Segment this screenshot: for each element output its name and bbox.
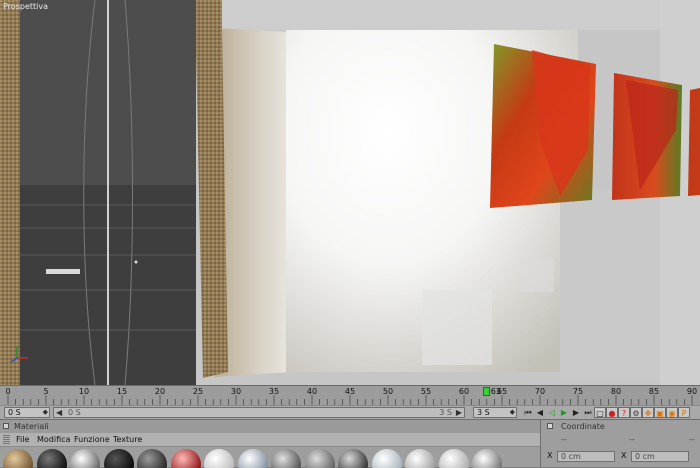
ruler-tick-label: 15 bbox=[116, 387, 128, 396]
ruler-tick-label: 10 bbox=[78, 387, 90, 396]
material-swatch-stripes[interactable] bbox=[271, 449, 301, 468]
material-swatch-red[interactable] bbox=[170, 449, 201, 468]
range-right-arrow-icon[interactable]: ▶ bbox=[456, 408, 462, 417]
size-x-label: X bbox=[621, 451, 627, 460]
position-x-field[interactable]: 0 cm bbox=[557, 451, 615, 462]
goto-start-button[interactable]: ⏮ bbox=[522, 407, 534, 418]
ruler-tick-label: 85 bbox=[648, 387, 660, 396]
prev-frame-button[interactable]: ◁ bbox=[546, 407, 558, 418]
range-end-label: 3 S bbox=[439, 408, 452, 417]
materials-panel: Materiali File Modifica Funzione Texture bbox=[0, 419, 540, 468]
end-frame-field[interactable]: 3 S ◆ bbox=[473, 407, 517, 418]
material-swatch-noise[interactable] bbox=[137, 449, 167, 468]
material-swatch-glass[interactable] bbox=[237, 449, 268, 468]
start-frame-field[interactable]: 0 S ◆ bbox=[4, 407, 50, 418]
panel-toggle-icon[interactable] bbox=[3, 423, 9, 429]
preview-range-slider[interactable]: ◀ 0 S 3 S ▶ bbox=[53, 407, 465, 418]
ruler-tick-label: 35 bbox=[268, 387, 280, 396]
param-tool-button[interactable]: P bbox=[678, 407, 690, 418]
goto-end-button[interactable]: ⏭ bbox=[582, 407, 594, 418]
transport-bar: 0 S ◆ ◀ 0 S 3 S ▶ 3 S ◆ ⏮ ◀ ◁ ▶ ▶ ⏭ ▢ ●? ⚙ ✥ ▣ ◉ P bbox=[0, 405, 700, 419]
scale-tool-button[interactable]: ▣ bbox=[654, 407, 666, 418]
material-swatch-silver[interactable] bbox=[70, 449, 100, 468]
next-key-button[interactable]: ▶ bbox=[570, 407, 582, 418]
grip-icon[interactable] bbox=[3, 435, 10, 444]
prev-key-button[interactable]: ◀ bbox=[534, 407, 546, 418]
material-swatch-pale[interactable] bbox=[438, 449, 469, 468]
material-swatch-dark[interactable] bbox=[103, 449, 134, 468]
timeline-playhead[interactable] bbox=[482, 387, 490, 396]
ruler-tick-label: 60 bbox=[458, 387, 470, 396]
range-start-label: 0 S bbox=[68, 408, 81, 417]
autokey-button[interactable]: ? bbox=[618, 407, 630, 418]
material-swatch-black[interactable] bbox=[36, 449, 67, 468]
menu-funzione[interactable]: Funzione bbox=[74, 435, 110, 444]
ruler-tick-label: 20 bbox=[154, 387, 166, 396]
start-frame-value: 0 S bbox=[8, 408, 21, 417]
spinner-icon[interactable]: ◆ bbox=[510, 408, 515, 417]
ruler-tick-label: 30 bbox=[230, 387, 242, 396]
ruler-tick-label: 45 bbox=[344, 387, 356, 396]
viewport-perspective[interactable]: Prospettiva bbox=[0, 0, 700, 385]
record-toggle-button[interactable]: ▢ bbox=[594, 407, 606, 418]
materials-title: Materiali bbox=[14, 422, 49, 431]
ruler-tick-label: 50 bbox=[382, 387, 394, 396]
timeline-ruler[interactable]: 0 5 10 15 20 25 30 35 40 45 50 55 60 65 70 75 80 85 90 63 bbox=[0, 385, 700, 405]
move-tool-button[interactable]: ✥ bbox=[642, 407, 654, 418]
panel-toggle-icon[interactable] bbox=[547, 423, 553, 429]
key-settings-button[interactable]: ⚙ bbox=[630, 407, 642, 418]
ruler-tick-label: 5 bbox=[43, 387, 49, 396]
ruler-tick-label: 0 bbox=[5, 387, 11, 396]
play-button[interactable]: ▶ bbox=[558, 407, 570, 418]
ruler-tick-label: 90 bbox=[686, 387, 698, 396]
record-button[interactable]: ● bbox=[606, 407, 618, 418]
menu-texture[interactable]: Texture bbox=[113, 435, 142, 444]
rotation-header: -- bbox=[689, 435, 695, 444]
materials-header: Materiali bbox=[0, 420, 540, 433]
rotate-tool-button[interactable]: ◉ bbox=[666, 407, 678, 418]
ruler-tick-label: 70 bbox=[534, 387, 546, 396]
range-left-arrow-icon[interactable]: ◀ bbox=[56, 408, 62, 417]
ruler-tick-label: 75 bbox=[572, 387, 584, 396]
material-swatch-chrome[interactable] bbox=[472, 449, 502, 468]
spinner-icon[interactable]: ◆ bbox=[43, 408, 48, 417]
playhead-frame-label: 63 bbox=[490, 387, 501, 396]
ruler-tick-label: 25 bbox=[192, 387, 204, 396]
ruler-tick-label: 40 bbox=[306, 387, 318, 396]
material-swatch-gray[interactable] bbox=[304, 449, 335, 468]
scene-render bbox=[0, 0, 700, 385]
position-header: -- bbox=[561, 435, 567, 444]
viewport-title: Prospettiva bbox=[3, 2, 48, 11]
coordinates-panel: Coordinate -- -- -- X 0 cm X 0 cm bbox=[540, 419, 700, 467]
material-swatch-clear[interactable] bbox=[371, 449, 402, 468]
position-x-label: X bbox=[547, 451, 553, 460]
menu-modifica[interactable]: Modifica bbox=[37, 435, 70, 444]
material-swatch-white[interactable] bbox=[204, 449, 234, 468]
material-swatch-metal[interactable] bbox=[338, 449, 368, 468]
material-swatches bbox=[0, 447, 540, 468]
coordinates-title: Coordinate bbox=[561, 422, 605, 431]
menu-file[interactable]: File bbox=[16, 435, 29, 444]
ruler-tick-label: 80 bbox=[610, 387, 622, 396]
materials-menubar: File Modifica Funzione Texture bbox=[0, 433, 540, 447]
material-swatch-light[interactable] bbox=[405, 449, 435, 468]
ruler-tick-label: 55 bbox=[420, 387, 432, 396]
coordinates-column-headers: -- -- -- bbox=[549, 435, 699, 445]
size-header: -- bbox=[629, 435, 635, 444]
size-x-field[interactable]: 0 cm bbox=[631, 451, 689, 462]
end-frame-value: 3 S bbox=[477, 408, 490, 417]
material-swatch-wood[interactable] bbox=[3, 449, 33, 468]
